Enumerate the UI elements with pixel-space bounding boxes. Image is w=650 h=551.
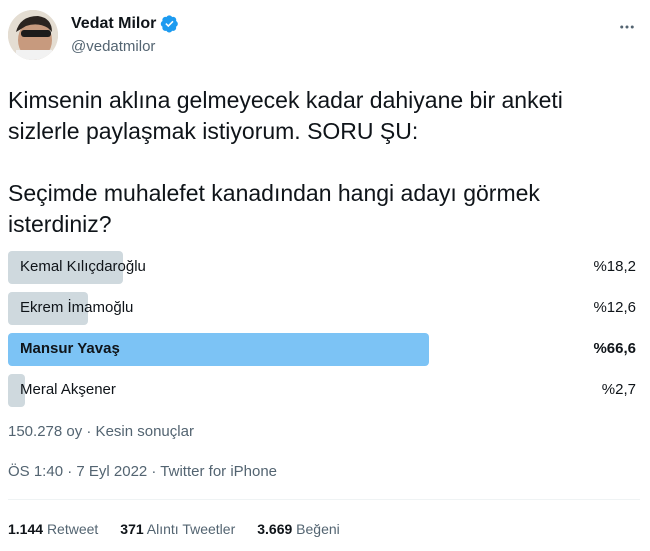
quotes-count: 371 bbox=[120, 521, 144, 537]
name-row: Vedat Milor bbox=[71, 14, 179, 33]
tweet-header: Vedat Milor @vedatmilor bbox=[0, 0, 650, 70]
verified-badge-icon bbox=[160, 14, 179, 33]
more-options-icon[interactable] bbox=[616, 16, 638, 38]
poll-option: Mansur Yavaş %66,6 bbox=[8, 331, 640, 367]
poll-option-percent: %66,6 bbox=[593, 340, 636, 357]
poll-option-label: Kemal Kılıçdaroğlu bbox=[20, 258, 146, 275]
poll-option-percent: %12,6 bbox=[593, 299, 636, 316]
engagement-stats: 1.144 Retweet 371 Alıntı Tweetler 3.669 … bbox=[8, 521, 362, 537]
tweet-timestamp[interactable]: ÖS 1:40 · 7 Eyl 2022 · Twitter for iPhon… bbox=[8, 463, 277, 480]
poll-option-percent: %2,7 bbox=[601, 381, 636, 398]
likes-count: 3.669 bbox=[257, 521, 293, 537]
poll: Kemal Kılıçdaroğlu %18,2 Ekrem İmamoğlu %12… bbox=[8, 249, 640, 413]
poll-option-percent: %18,2 bbox=[593, 258, 636, 275]
avatar[interactable] bbox=[8, 10, 58, 60]
retweets-label: Retweet bbox=[46, 521, 99, 537]
user-handle[interactable]: @vedatmilor bbox=[71, 38, 155, 55]
likes-stat[interactable]: 3.669 Beğeni bbox=[257, 521, 340, 537]
divider bbox=[8, 499, 640, 500]
profile-photo-icon bbox=[8, 10, 58, 60]
poll-meta: 150.278 oy · Kesin sonuçlar bbox=[8, 423, 194, 440]
display-name[interactable]: Vedat Milor bbox=[71, 15, 156, 33]
quotes-label: Alıntı Tweetler bbox=[146, 521, 236, 537]
quotes-stat[interactable]: 371 Alıntı Tweetler bbox=[120, 521, 235, 537]
poll-option: Meral Akşener %2,7 bbox=[8, 372, 640, 408]
poll-option: Ekrem İmamoğlu %12,6 bbox=[8, 290, 640, 326]
poll-option: Kemal Kılıçdaroğlu %18,2 bbox=[8, 249, 640, 285]
poll-option-label: Mansur Yavaş bbox=[20, 340, 120, 357]
poll-option-label: Ekrem İmamoğlu bbox=[20, 299, 134, 316]
tweet-text: Kimsenin aklına gelmeyecek kadar dahiyan… bbox=[8, 87, 563, 237]
retweets-count: 1.144 bbox=[8, 521, 44, 537]
retweets-stat[interactable]: 1.144 Retweet bbox=[8, 521, 98, 537]
likes-label: Beğeni bbox=[296, 521, 340, 537]
poll-option-label: Meral Akşener bbox=[20, 381, 116, 398]
